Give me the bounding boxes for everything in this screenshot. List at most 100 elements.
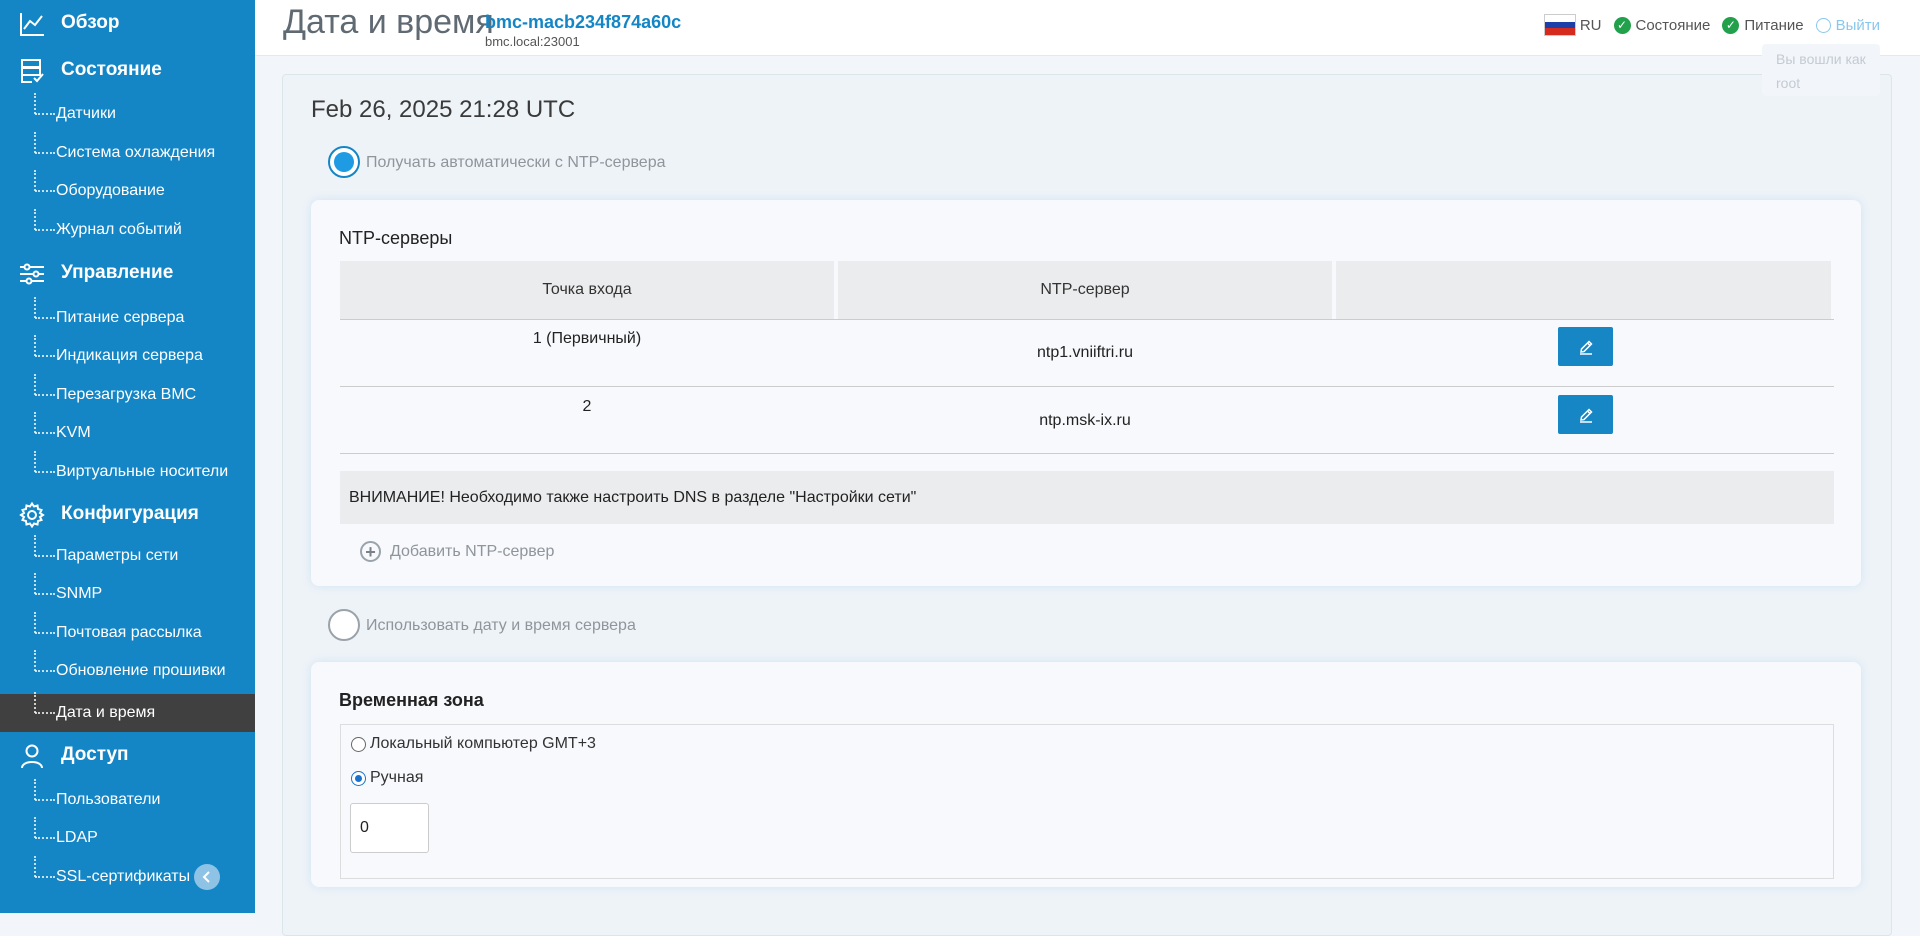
sidebar-item-bmc-reboot[interactable]: Перезагрузка BMC [0,374,255,414]
russian-flag-icon [1543,14,1576,36]
ntp-mode-radio[interactable] [328,146,360,178]
timezone-local-radio[interactable] [351,737,366,752]
tree-connector [35,712,55,714]
ntp-entry-1: 1 (Первичный) [532,330,642,347]
tree-connector [34,170,36,191]
sidebar-item-virtual-media[interactable]: Виртуальные носители [0,451,255,491]
sidebar-item-ldap[interactable]: LDAP [0,817,255,857]
tree-connector [35,799,55,801]
sidebar-item-snmp[interactable]: SNMP [0,573,255,613]
pencil-icon [1579,407,1593,423]
sliders-icon [20,263,44,285]
sidebar-item-cooling[interactable]: Система охлаждения [0,132,255,172]
host-name: bmc-macb234f874a60c [485,12,682,32]
tree-connector [35,113,55,115]
dns-warning: ВНИМАНИЕ! Необходимо также настроить DNS… [340,471,1834,524]
tooltip-user: root [1776,75,1801,91]
status-label: Состояние [1635,16,1711,34]
column-header-actions [1336,261,1831,319]
sidebar-section-label: Обзор [61,12,120,33]
timezone-offset-input[interactable] [350,803,429,853]
tree-connector [34,573,36,594]
sidebar-item-label: Виртуальные носители [56,463,229,480]
add-ntp-server-label: Добавить NTP-сервер [390,542,555,560]
gear-icon [19,502,45,528]
timezone-manual-radio[interactable] [351,771,366,786]
tree-connector [35,432,55,434]
sidebar-item-label: Индикация сервера [56,347,203,364]
sidebar-section-access[interactable]: Доступ [0,732,255,778]
logout-button[interactable]: Выйти [1815,16,1880,34]
status-indicator[interactable]: ✓ Состояние [1613,16,1711,34]
tree-connector [35,632,55,634]
check-icon: ✓ [1613,16,1631,34]
sidebar-item-label: Оборудование [56,182,165,199]
tree-connector [34,612,36,633]
top-bar: Дата и время bmc-macb234f874a60c bmc.loc… [255,0,1920,56]
user-icon [21,744,43,769]
sidebar-item-event-log[interactable]: Журнал событий [0,209,255,249]
tree-connector [35,593,55,595]
tree-connector [34,209,36,230]
sidebar-item-label: SNMP [56,585,103,602]
sidebar-item-label: Пользователи [56,791,161,808]
tree-connector [35,837,55,839]
sidebar-item-label: LDAP [56,829,98,846]
user-icon [1815,17,1831,33]
sidebar-item-label: Система охлаждения [56,144,216,161]
sidebar: Обзор Состояние Датчики Система охлажден… [0,0,255,913]
sidebar-section-configuration[interactable]: Конфигурация [0,491,255,537]
tree-connector [35,876,55,878]
tooltip-line: Вы вошли как [1776,51,1866,67]
sidebar-item-hardware[interactable]: Оборудование [0,170,255,210]
sidebar-item-label: Перезагрузка BMC [56,386,197,403]
edit-ntp-2-button[interactable] [1558,395,1613,434]
page-title: Дата и время [283,3,494,41]
sidebar-item-label: Обновление прошивки [56,662,226,679]
tree-connector [35,471,55,473]
sidebar-item-sensors[interactable]: Датчики [0,93,255,133]
add-ntp-server-button[interactable]: + Добавить NTP-сервер [360,541,554,562]
logout-label: Выйти [1835,16,1880,34]
sidebar-item-label: Питание сервера [56,309,185,326]
tree-connector [34,374,36,395]
sidebar-item-mailing[interactable]: Почтовая рассылка [0,612,255,652]
sidebar-section-overview[interactable]: Обзор [0,0,255,46]
sidebar-item-network[interactable]: Параметры сети [0,535,255,575]
tree-connector [34,535,36,556]
sidebar-item-kvm[interactable]: KVM [0,412,255,452]
timezone-manual-label: Ручная [370,769,424,786]
tree-connector [34,451,36,472]
pencil-icon [1579,339,1593,355]
sidebar-item-date-time[interactable]: Дата и время [0,692,255,732]
ntp-servers-card [311,200,1861,586]
host-address: bmc.local:23001 [485,34,580,49]
server-time-radio[interactable] [328,609,360,641]
sidebar-section-state[interactable]: Состояние [0,47,255,93]
power-indicator[interactable]: ✓ Питание [1722,16,1804,34]
language-label: RU [1579,16,1602,34]
tree-connector [34,335,36,356]
tree-connector [35,355,55,357]
timezone-local-label: Локальный компьютер GMT+3 [370,735,596,752]
power-label: Питание [1744,16,1804,34]
chevron-left-icon [202,871,210,883]
language-selector[interactable]: RU [1543,14,1602,36]
sidebar-item-firmware-update[interactable]: Обновление прошивки [0,650,255,690]
tree-connector [35,670,55,672]
table-divider [340,319,1834,320]
sidebar-item-label: KVM [56,424,91,441]
tree-connector [35,555,55,557]
edit-ntp-1-button[interactable] [1558,327,1613,366]
tree-connector [34,779,36,800]
tree-connector [34,856,36,877]
sidebar-section-control[interactable]: Управление [0,250,255,296]
sidebar-item-label: Журнал событий [56,221,182,238]
user-tooltip: Вы вошли как root [1762,44,1880,96]
sidebar-item-server-led[interactable]: Индикация сервера [0,335,255,375]
sidebar-item-users[interactable]: Пользователи [0,779,255,819]
sidebar-item-label: Дата и время [56,704,156,721]
tree-connector [34,817,36,838]
collapse-sidebar-button[interactable] [194,864,220,890]
sidebar-item-server-power[interactable]: Питание сервера [0,297,255,337]
